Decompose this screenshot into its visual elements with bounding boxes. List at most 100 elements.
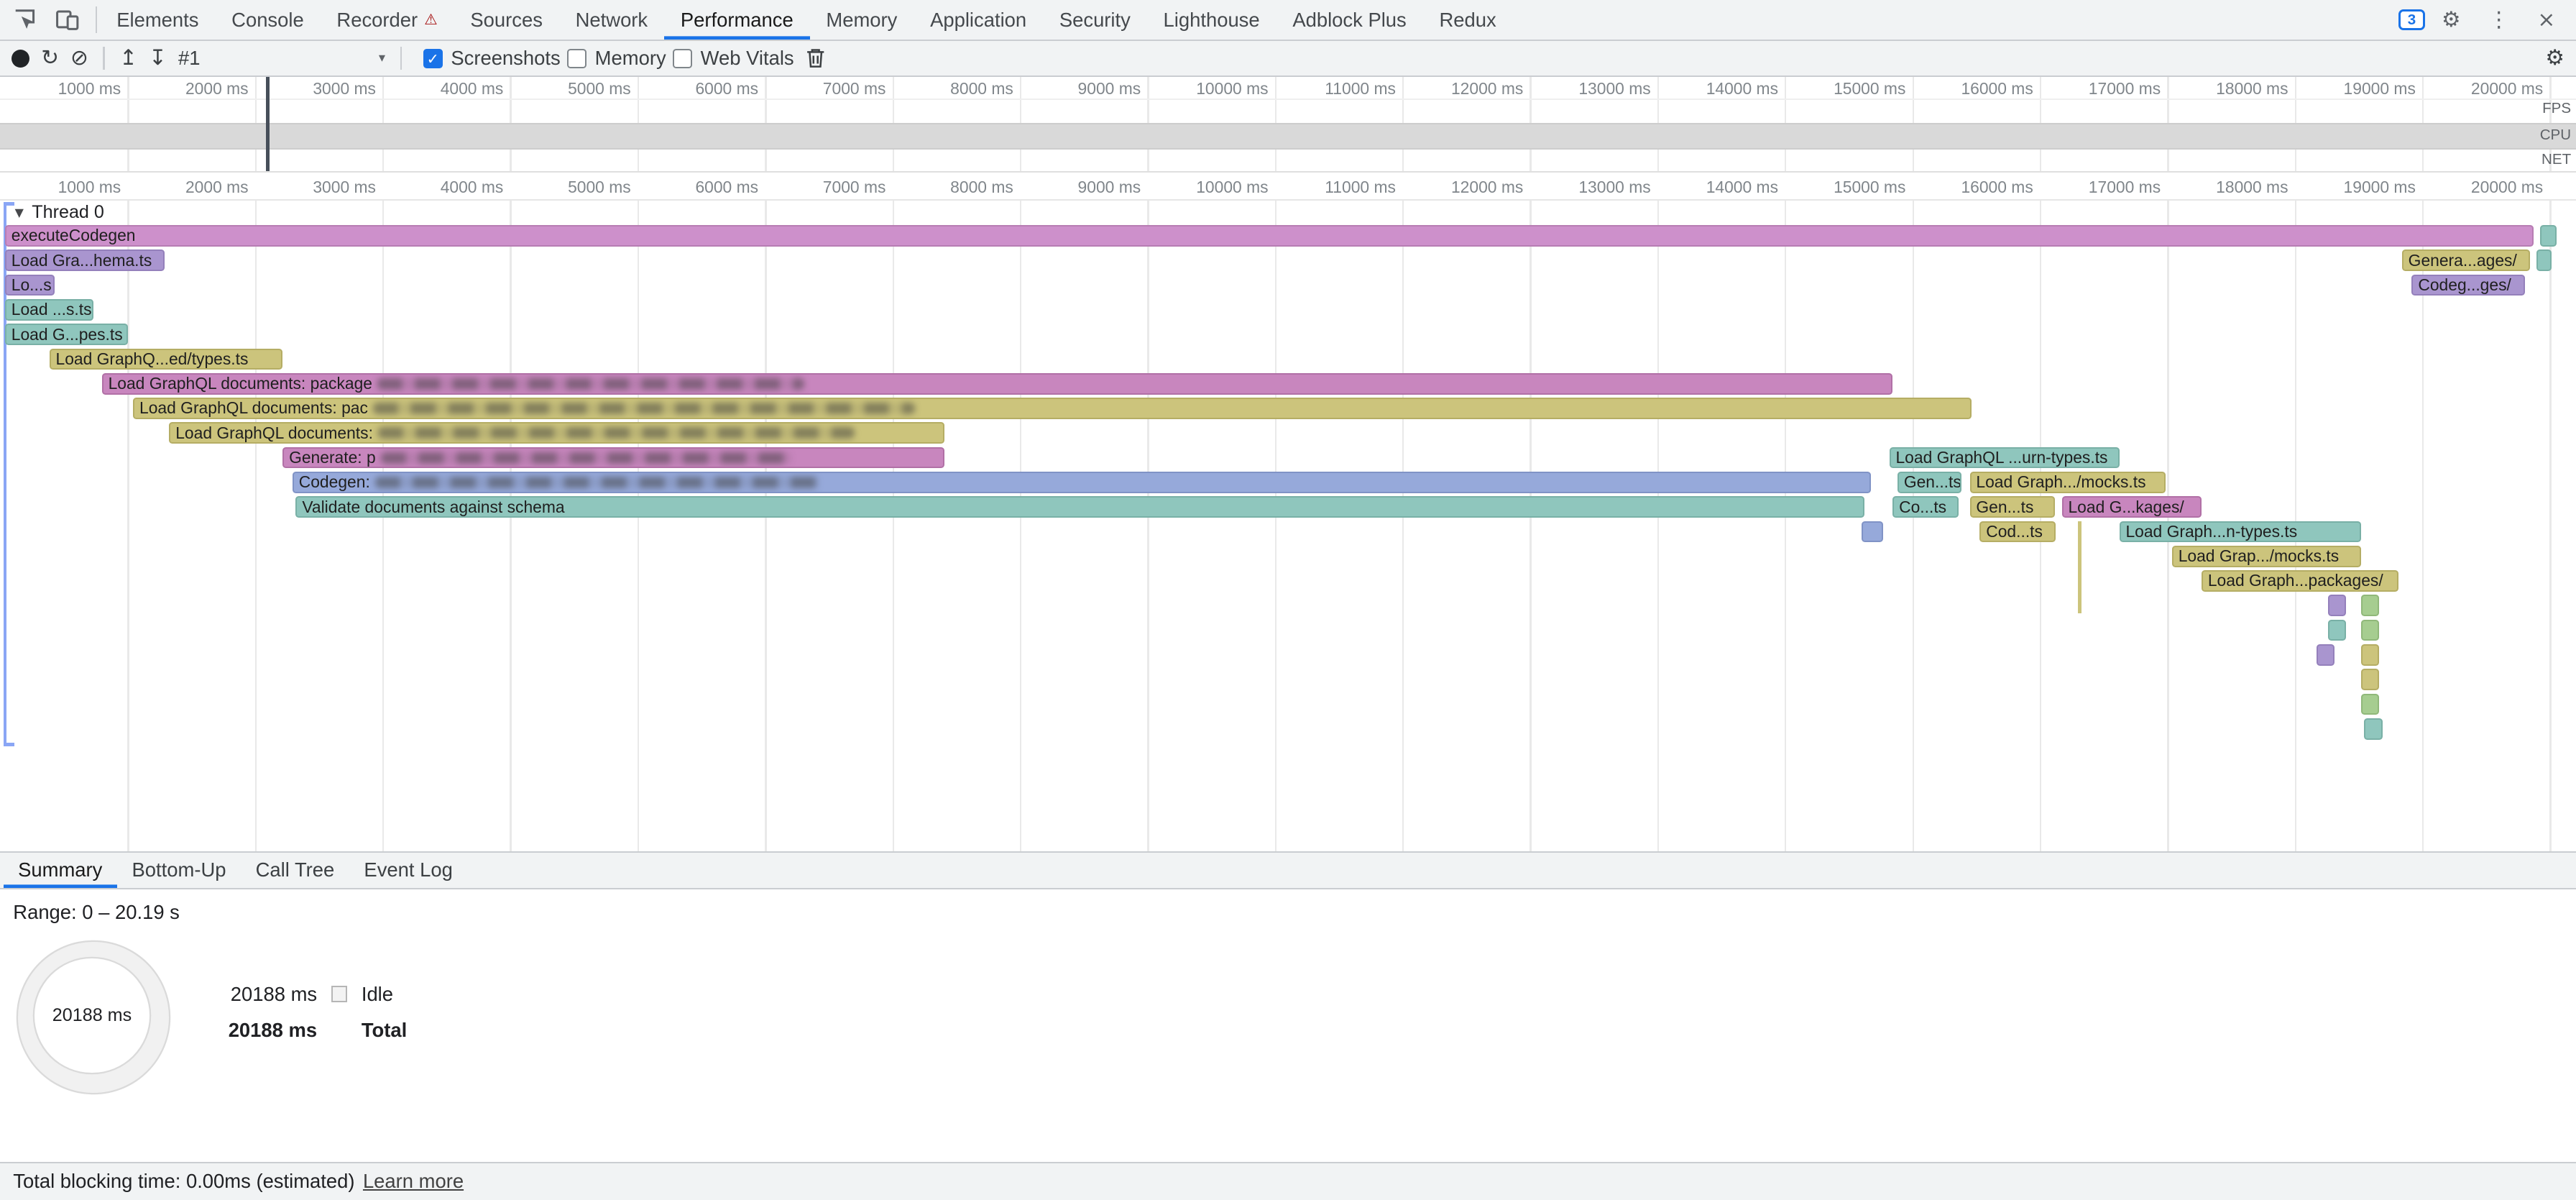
- time-label: 16000 ms: [1918, 178, 2033, 197]
- flame-bar[interactable]: [2361, 694, 2379, 715]
- tab-elements[interactable]: Elements: [100, 0, 215, 40]
- trash-button[interactable]: [806, 47, 825, 69]
- tab-event-log[interactable]: Event Log: [349, 853, 468, 888]
- more-options-icon[interactable]: ⋮: [2478, 0, 2520, 40]
- flame-bar[interactable]: [2540, 225, 2557, 247]
- tab-call-tree[interactable]: Call Tree: [241, 853, 349, 888]
- flame-bar[interactable]: [2317, 644, 2334, 666]
- tab-sources[interactable]: Sources: [454, 0, 559, 40]
- record-button[interactable]: [12, 50, 29, 68]
- divider: [103, 47, 104, 70]
- history-select[interactable]: #1 ▾: [178, 47, 385, 70]
- flame-bar[interactable]: [2361, 595, 2379, 616]
- flame-bar-load-graphql-documents-package[interactable]: Load GraphQL documents: package: [102, 373, 1893, 395]
- flame-bar-codegen[interactable]: Codegen:: [293, 472, 1872, 493]
- flame-bar-gen-ts[interactable]: Gen...ts: [1898, 472, 1961, 493]
- close-icon[interactable]: ×: [2525, 0, 2567, 40]
- time-label: 20000 ms: [2428, 178, 2543, 197]
- thread-header[interactable]: ▼ Thread 0: [0, 201, 104, 225]
- flame-bar-load-graph-packages[interactable]: Load Graph...packages/: [2202, 570, 2398, 592]
- time-label: 6000 ms: [643, 178, 758, 197]
- flame-bar-load-s-ts[interactable]: Load ...s.ts: [5, 299, 93, 321]
- flame-bar-load-grap-mocks-ts[interactable]: Load Grap.../mocks.ts: [2172, 546, 2361, 567]
- checkbox-screenshots[interactable]: ✓Screenshots: [423, 47, 561, 70]
- total-blocking-time-label: Total blocking time: 0.00ms (estimated): [13, 1170, 354, 1193]
- tab-label: Memory: [826, 9, 897, 32]
- flame-bar[interactable]: [2328, 620, 2346, 641]
- tab-security[interactable]: Security: [1043, 0, 1147, 40]
- tab-performance[interactable]: Performance: [664, 0, 810, 40]
- time-label: 10000 ms: [1154, 178, 1269, 197]
- device-toolbar-button[interactable]: [46, 0, 88, 40]
- reload-record-button[interactable]: ↻: [41, 47, 59, 69]
- tab-lighthouse[interactable]: Lighthouse: [1147, 0, 1276, 40]
- save-profile-button[interactable]: ↧: [149, 47, 167, 69]
- record-icon: [12, 50, 29, 68]
- tab-network[interactable]: Network: [559, 0, 664, 40]
- tab-bottom-up[interactable]: Bottom-Up: [117, 853, 241, 888]
- inspect-cursor-icon: [12, 7, 37, 32]
- flame-bar-load-graphql-documents-pac[interactable]: Load GraphQL documents: pac: [133, 398, 1972, 419]
- flame-bar[interactable]: [2361, 644, 2379, 666]
- devtools-tabs: Elements Console Recorder⚠SourcesNetworkPe…: [100, 0, 1512, 40]
- console-messages-badge[interactable]: 3: [2398, 9, 2425, 31]
- flame-bar-co-ts[interactable]: Co...ts: [1892, 496, 1959, 518]
- tab-memory[interactable]: Memory: [810, 0, 914, 40]
- flame-bar[interactable]: [2361, 620, 2379, 641]
- flame-bar-load-gra-hema-ts[interactable]: Load Gra...hema.ts: [5, 249, 165, 271]
- flame-bar-load-graph-n-types-ts[interactable]: Load Graph...n-types.ts: [2120, 521, 2361, 543]
- time-label: 4000 ms: [388, 79, 503, 99]
- learn-more-link[interactable]: Learn more: [363, 1170, 464, 1193]
- time-label: 8000 ms: [898, 178, 1013, 197]
- flame-bar-label: Load GraphQL documents:: [170, 423, 373, 443]
- flame-bar[interactable]: [2536, 249, 2552, 271]
- tab-redux[interactable]: Redux: [1423, 0, 1513, 40]
- checkbox-box[interactable]: [567, 49, 586, 68]
- flame-bar[interactable]: [1862, 521, 1883, 543]
- flame-bar-load-graphql-urn-types-ts[interactable]: Load GraphQL ...urn-types.ts: [1890, 447, 2120, 469]
- flame-bar-generate-p[interactable]: Generate: p: [282, 447, 944, 469]
- time-label: 5000 ms: [516, 178, 631, 197]
- flame-bar-load-graphql-documents[interactable]: Load GraphQL documents:: [169, 422, 944, 444]
- tab-summary[interactable]: Summary: [4, 853, 117, 888]
- time-label: 13000 ms: [1536, 79, 1651, 99]
- flame-bar-codeg-ges[interactable]: Codeg...ges/: [2411, 275, 2525, 296]
- tab-console[interactable]: Console: [215, 0, 320, 40]
- flame-bar[interactable]: [2361, 669, 2379, 690]
- checkbox-web-vitals[interactable]: Web Vitals: [673, 47, 794, 70]
- load-profile-button[interactable]: ↥: [119, 47, 137, 69]
- flame-bar-load-graphq-ed-types-ts[interactable]: Load GraphQ...ed/types.ts: [50, 349, 283, 370]
- tab-recorder[interactable]: Recorder⚠: [321, 0, 454, 40]
- gridline: [255, 201, 257, 851]
- inspect-element-button[interactable]: [4, 0, 46, 40]
- checkbox-box[interactable]: ✓: [423, 49, 443, 68]
- flame-bar-lo-s[interactable]: Lo...s: [5, 275, 55, 296]
- tab-label: Console: [231, 9, 304, 32]
- gridline: [127, 201, 129, 851]
- flame-bar-label: Load GraphQL documents: package: [104, 374, 372, 393]
- flame-bar-label: Load Graph.../mocks.ts: [1972, 472, 2146, 492]
- flame-bar[interactable]: [2364, 718, 2382, 740]
- time-label: 17000 ms: [2046, 178, 2161, 197]
- flame-chart[interactable]: ▼ Thread 0 executeCodegenLoad Gra...hema…: [0, 201, 2576, 851]
- flame-bar-load-g-kages[interactable]: Load G...kages/: [2062, 496, 2202, 518]
- devtools-tabbar: Elements Console Recorder⚠SourcesNetworkPe…: [0, 0, 2576, 41]
- checkbox-box[interactable]: [673, 49, 692, 68]
- flame-bar-executecodegen[interactable]: executeCodegen: [5, 225, 2534, 247]
- flame-bar-genera-ages[interactable]: Genera...ages/: [2402, 249, 2530, 271]
- flame-bar-validate-documents-against-schema[interactable]: Validate documents against schema: [295, 496, 1864, 518]
- settings-gear-icon[interactable]: ⚙: [2430, 0, 2472, 40]
- flame-bar-gen-ts[interactable]: Gen...ts: [1970, 496, 2056, 518]
- flame-bar-cod-ts[interactable]: Cod...ts: [1979, 521, 2055, 543]
- expand-triangle-icon: ▼: [15, 207, 24, 219]
- tab-adblock-plus[interactable]: Adblock Plus: [1276, 0, 1422, 40]
- tab-application[interactable]: Application: [914, 0, 1043, 40]
- timeline-overview[interactable]: 1000 ms2000 ms3000 ms4000 ms5000 ms6000 …: [0, 77, 2576, 173]
- capture-settings-gear-icon[interactable]: ⚙: [2545, 47, 2564, 69]
- flame-bar-load-graph-mocks-ts[interactable]: Load Graph.../mocks.ts: [1970, 472, 2166, 493]
- time-label: 9000 ms: [1026, 178, 1141, 197]
- clear-button[interactable]: ⊘: [70, 47, 88, 69]
- checkbox-memory[interactable]: Memory: [567, 47, 666, 70]
- flame-bar[interactable]: [2328, 595, 2346, 616]
- flame-bar-load-g-pes-ts[interactable]: Load G...pes.ts: [5, 324, 129, 345]
